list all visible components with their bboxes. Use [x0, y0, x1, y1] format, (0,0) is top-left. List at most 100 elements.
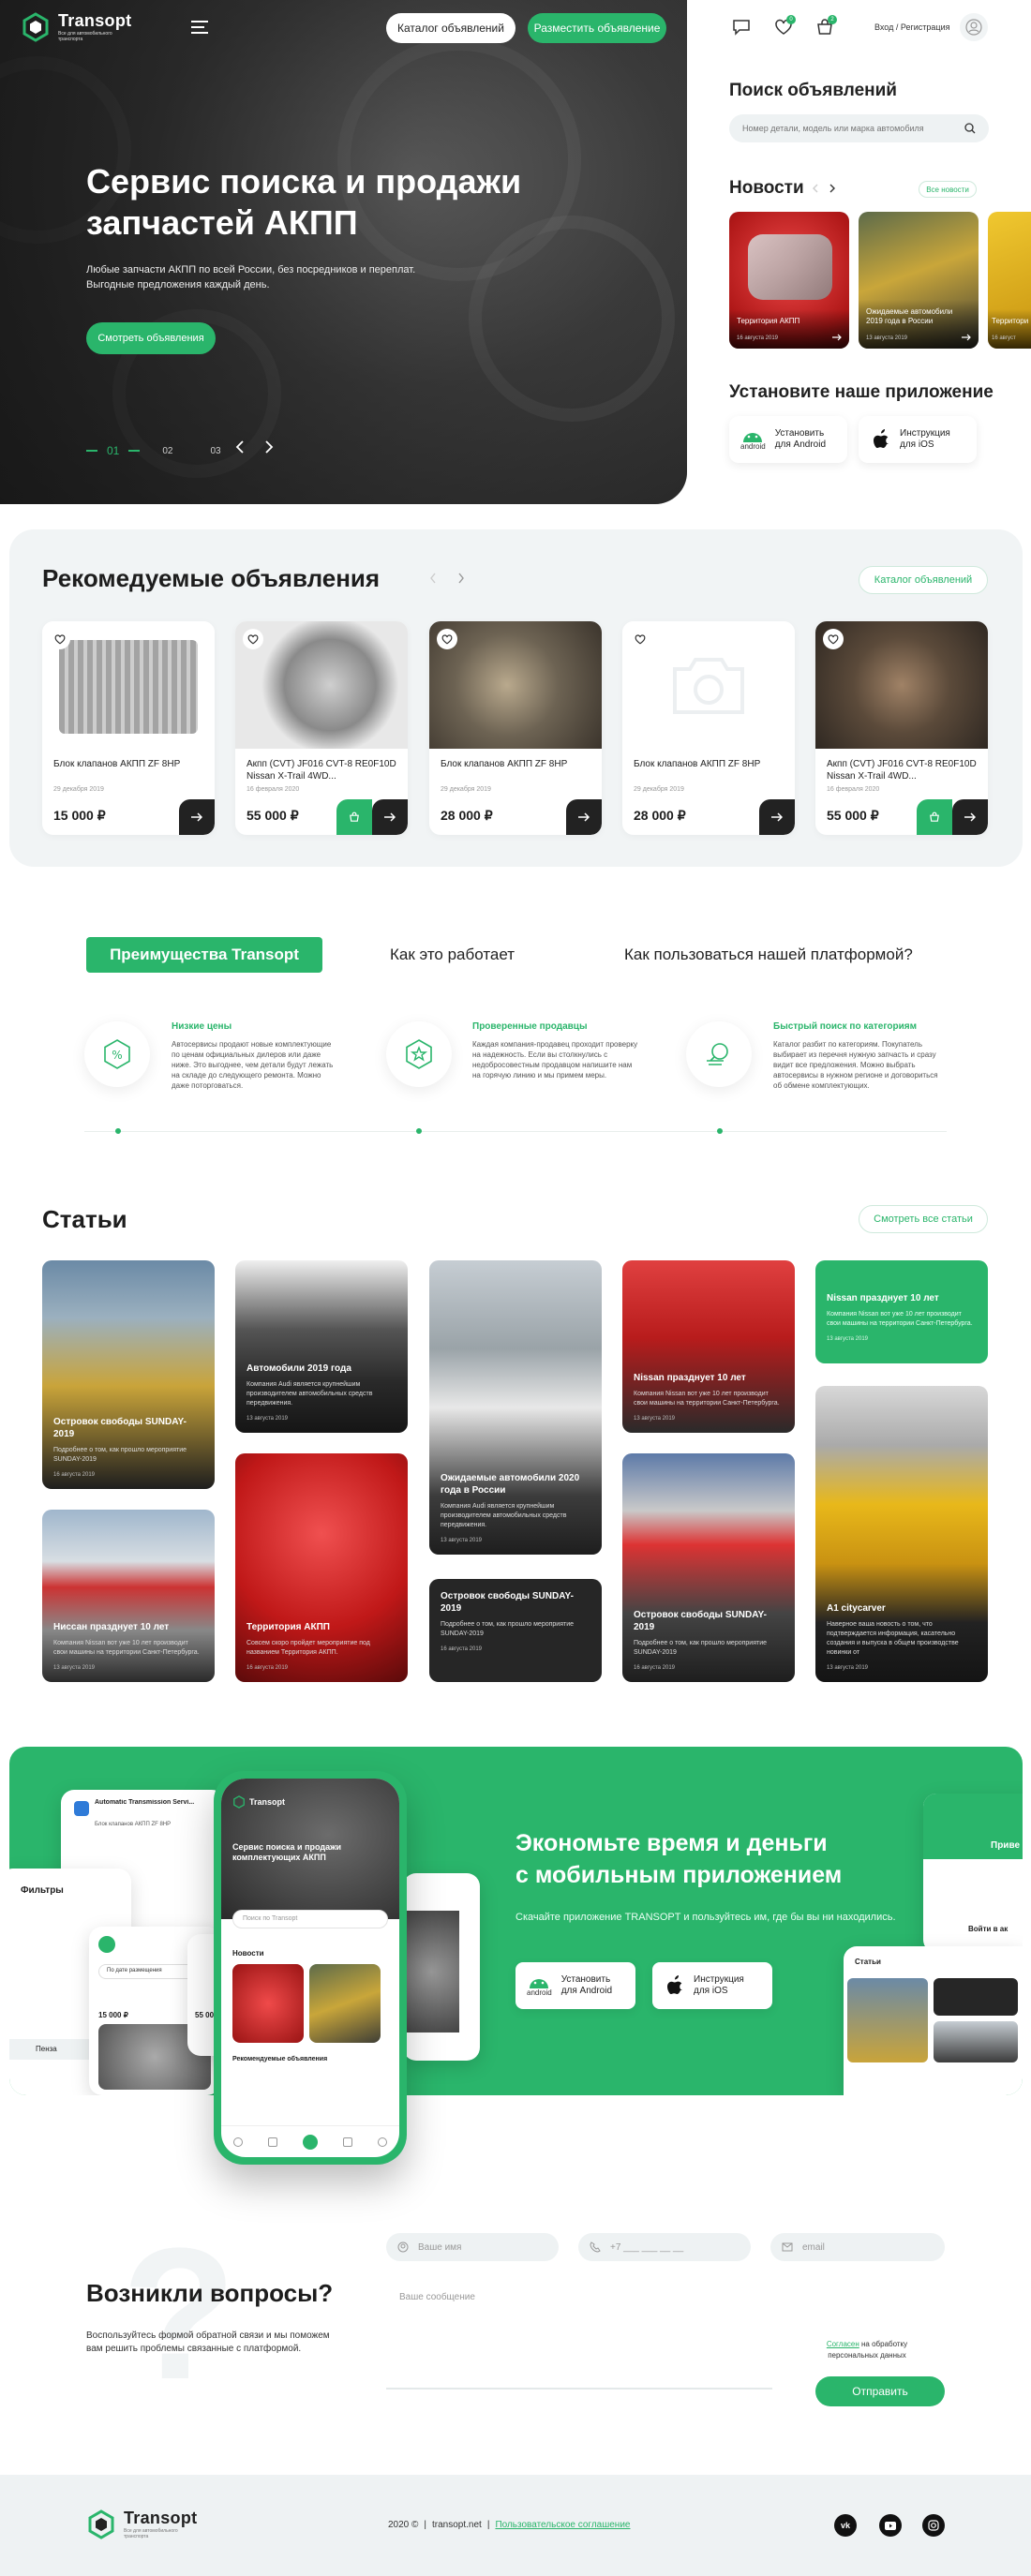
- promo-android-button[interactable]: android Установить для Android: [516, 1962, 635, 2009]
- avatar[interactable]: [960, 13, 988, 41]
- open-product-button[interactable]: [566, 799, 602, 835]
- product-card[interactable]: Блок клапанов АКПП ZF 8HP 29 декабря 201…: [622, 621, 795, 835]
- phone-field[interactable]: +7 ___ ___ __ __: [578, 2233, 751, 2261]
- news-title: Новости: [729, 178, 804, 198]
- promo-ios-button[interactable]: Инструкция для iOS: [652, 1962, 772, 2009]
- article-card[interactable]: Островок свободы SUNDAY-2019 Подробнее о…: [42, 1260, 215, 1489]
- search-input[interactable]: [742, 124, 949, 133]
- add-to-cart-button[interactable]: [917, 799, 952, 835]
- product-card[interactable]: Блок клапанов АКПП ZF 8HP 29 декабря 201…: [42, 621, 215, 835]
- rec-prev-icon[interactable]: [429, 573, 437, 584]
- article-card[interactable]: Автомобили 2019 года Компания Audi являе…: [235, 1260, 408, 1433]
- news-card[interactable]: Ожидаемые автомобили 2019 года в России …: [859, 212, 979, 349]
- tab-delivery-icon: [342, 2137, 352, 2147]
- article-date: 13 августа 2019: [53, 1665, 96, 1671]
- article-title: Nissan празднует 10 лет: [827, 1293, 939, 1303]
- questions-text-line1: Воспользуйтесь формой обратной связи и м…: [86, 2330, 330, 2341]
- menu-icon[interactable]: [191, 21, 208, 34]
- open-product-button[interactable]: [179, 799, 215, 835]
- article-title: Ниссан празднует 10 лет: [53, 1622, 170, 1632]
- article-card[interactable]: Nissan празднует 10 лет Компания Nissan …: [622, 1260, 795, 1433]
- valve-body-image: [59, 640, 198, 734]
- feature-icon-box: [686, 1021, 752, 1087]
- post-ad-button[interactable]: Разместить объявление: [528, 13, 666, 43]
- slide-indicator: [128, 450, 141, 452]
- article-card[interactable]: Островок свободы SUNDAY-2019 Подробнее о…: [429, 1579, 602, 1682]
- favorite-icon[interactable]: [50, 629, 70, 649]
- footer-logo[interactable]: Transopt Все для автомобильного транспор…: [86, 2509, 197, 2539]
- news-card-date: 13 августа 2019: [866, 335, 908, 341]
- feature-title: Низкие цены: [172, 1021, 232, 1032]
- article-date: 13 августа 2019: [247, 1416, 289, 1422]
- article-card[interactable]: Ниссан празднует 10 лет Компания Nissan …: [42, 1510, 215, 1682]
- next-slide-icon[interactable]: [263, 440, 275, 454]
- article-card[interactable]: A1 citycarver Наверное ваша новость о то…: [815, 1386, 988, 1682]
- article-card[interactable]: Территория АКПП Совсем скоро пройдет мер…: [235, 1453, 408, 1682]
- vk-icon[interactable]: vk: [834, 2514, 857, 2537]
- article-card[interactable]: Nissan празднует 10 лет Компания Nissan …: [815, 1260, 988, 1363]
- tab-how-it-works[interactable]: Как это работает: [390, 946, 515, 964]
- favorite-icon[interactable]: [630, 629, 650, 649]
- product-card[interactable]: Акпп (CVT) JF016 CVT-8 RE0F10D Nissan X-…: [815, 621, 988, 835]
- news-prev-icon[interactable]: [812, 184, 819, 193]
- logo[interactable]: Transopt Все для автомобильного транспор…: [21, 11, 131, 42]
- add-to-cart-button[interactable]: [336, 799, 372, 835]
- all-news-button[interactable]: Все новости: [919, 181, 977, 198]
- hero-shade: [0, 0, 687, 504]
- search-bar[interactable]: [729, 114, 989, 142]
- catalog-button[interactable]: Каталог объявлений: [386, 13, 516, 43]
- footer-logo-name: Transopt: [124, 2509, 198, 2527]
- footer: Transopt Все для автомобильного транспор…: [0, 2475, 1031, 2576]
- login-link[interactable]: Вход / Регистрация: [874, 22, 949, 32]
- feature-icon-box: %: [84, 1021, 150, 1087]
- prev-slide-icon[interactable]: [234, 440, 246, 454]
- favorites-icon[interactable]: 0: [774, 15, 796, 36]
- product-card[interactable]: Блок клапанов АКПП ZF 8HP 29 декабря 201…: [429, 621, 602, 835]
- consent-link[interactable]: Согласен: [827, 2340, 859, 2348]
- article-card[interactable]: Ожидаемые автомобили 2020 года в России …: [429, 1260, 602, 1555]
- email-field[interactable]: email: [770, 2233, 945, 2261]
- youtube-icon[interactable]: [879, 2514, 902, 2537]
- rec-next-icon[interactable]: [457, 573, 465, 584]
- submit-button[interactable]: Отправить: [815, 2376, 945, 2406]
- favorite-icon[interactable]: [243, 629, 263, 649]
- tab-how-to-use[interactable]: Как пользоваться нашей платформой?: [624, 946, 913, 964]
- site-link[interactable]: transopt.net: [432, 2520, 482, 2530]
- tab-advantages[interactable]: Преимущества Transopt: [86, 937, 322, 973]
- product-card[interactable]: Акпп (CVT) JF016 CVT-8 RE0F10D Nissan X-…: [235, 621, 408, 835]
- login-label: Войти в ак: [968, 1925, 1009, 1933]
- product-price: 55 000 ₽: [247, 808, 299, 823]
- android-app-button[interactable]: android Установить для Android: [729, 416, 847, 463]
- article-text: Подробнее о том, как прошло мероприятие …: [634, 1640, 768, 1656]
- chat-icon[interactable]: [732, 19, 751, 36]
- all-articles-button[interactable]: Смотреть все статьи: [859, 1205, 988, 1233]
- news-card[interactable]: Территори 16 август: [988, 212, 1031, 349]
- news-caption: Ожидаемые автомобили 2019 года в России …: [859, 300, 979, 349]
- message-field[interactable]: [386, 2388, 772, 2390]
- agreement-link[interactable]: Пользовательское соглашение: [495, 2520, 630, 2530]
- favorite-icon[interactable]: [823, 629, 844, 649]
- article-card[interactable]: Островок свободы SUNDAY-2019 Подробнее о…: [622, 1453, 795, 1682]
- slide-2[interactable]: 02: [162, 446, 172, 456]
- filters-price: 15 000 ₽: [98, 2011, 128, 2019]
- name-field[interactable]: Ваше имя: [386, 2233, 559, 2261]
- search-icon[interactable]: [964, 123, 976, 134]
- hero-subtitle-line1: Любые запчасти АКПП по всей России, без …: [86, 264, 416, 275]
- cart-icon[interactable]: 2: [815, 15, 837, 36]
- instagram-icon[interactable]: [922, 2514, 945, 2537]
- open-product-button[interactable]: [372, 799, 408, 835]
- promo-title: Экономьте время и деньги с мобильным при…: [516, 1827, 842, 1891]
- open-product-button[interactable]: [759, 799, 795, 835]
- hero-subtitle-line2: Выгодные предложения каждый день.: [86, 279, 270, 290]
- open-product-button[interactable]: [952, 799, 988, 835]
- view-ads-button[interactable]: Смотреть объявления: [86, 322, 216, 354]
- slide-3[interactable]: 03: [210, 446, 220, 456]
- svg-text:%: %: [112, 1049, 122, 1062]
- news-next-icon[interactable]: [829, 184, 836, 193]
- phone-rec-title: Рекомендуемые объявления: [232, 2056, 328, 2062]
- slide-1[interactable]: 01: [107, 444, 119, 457]
- favorite-icon[interactable]: [437, 629, 457, 649]
- ios-app-button[interactable]: Инструкция для iOS: [859, 416, 977, 463]
- news-card[interactable]: Территория АКПП 16 августа 2019: [729, 212, 849, 349]
- catalog-link-button[interactable]: Каталог объявлений: [859, 566, 988, 594]
